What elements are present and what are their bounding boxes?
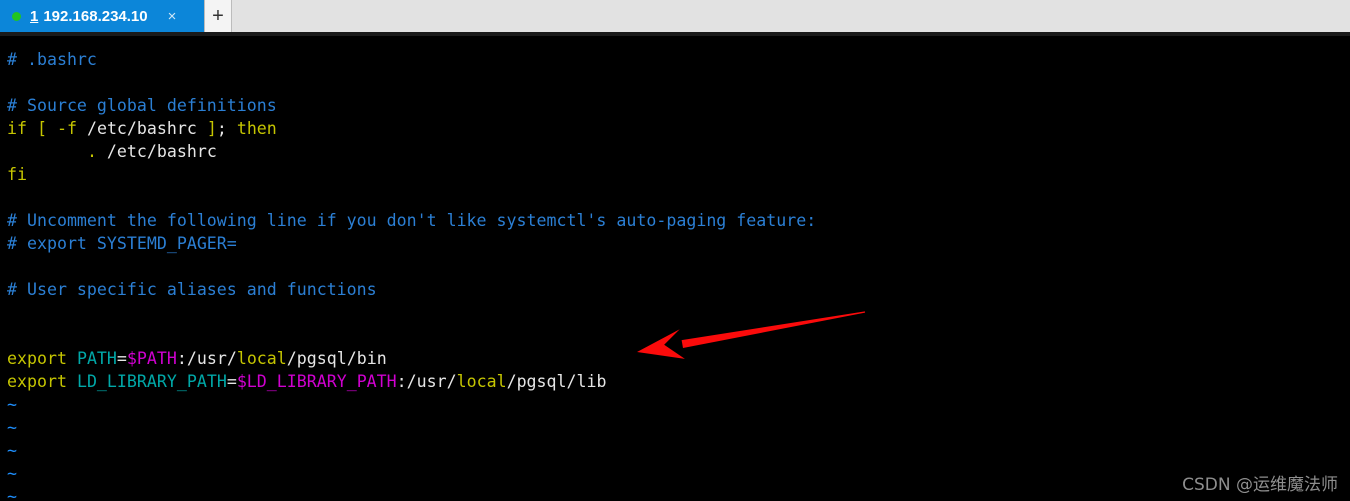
code-token: ]	[206, 119, 217, 138]
code-token: =	[226, 372, 237, 391]
code-token: # User specific aliases and functions	[7, 280, 377, 299]
code-token: :/usr/	[396, 372, 457, 391]
code-token: if	[7, 119, 27, 138]
tab-title-label: 192.168.234.10	[43, 7, 148, 25]
terminal-screen[interactable]: # .bashrc # Source global definitions if […	[0, 36, 1350, 501]
code-token: LD_LIBRARY_PATH	[76, 372, 227, 391]
close-icon[interactable]: ×	[168, 9, 177, 24]
code-token: export	[7, 349, 67, 368]
code-token: local	[236, 349, 287, 368]
code-token: # .bashrc	[7, 50, 97, 69]
code-line: ~	[7, 485, 17, 501]
code-token: [	[36, 119, 47, 138]
code-token: PATH	[76, 349, 117, 368]
watermark-text: CSDN @运维魔法师	[1182, 475, 1338, 495]
code-line: # .bashrc	[7, 48, 97, 71]
code-token: ~	[7, 464, 17, 483]
code-line: # Source global definitions	[7, 94, 277, 117]
code-token: ~	[7, 418, 17, 437]
code-line: ~	[7, 462, 17, 485]
code-token: :/usr/	[176, 349, 237, 368]
code-token: # Source global definitions	[7, 96, 277, 115]
code-token: =	[116, 349, 127, 368]
code-token: $PATH	[126, 349, 177, 368]
code-token: ~	[7, 487, 17, 501]
code-token: /pgsql/lib	[506, 372, 607, 391]
code-token: -f	[56, 119, 77, 138]
code-line: # User specific aliases and functions	[7, 278, 377, 301]
tab-bar: 1 192.168.234.10 × +	[0, 0, 1350, 32]
terminal-tab-active[interactable]: 1 192.168.234.10 ×	[0, 0, 204, 32]
tab-index-label: 1	[30, 7, 39, 25]
code-token: # Uncomment the following line if you do…	[7, 211, 817, 230]
code-line: . /etc/bashrc	[7, 140, 217, 163]
code-token: ~	[7, 441, 17, 460]
code-token: then	[236, 119, 277, 138]
tab-bar-empty-space	[232, 0, 1350, 32]
code-token: .	[86, 142, 97, 161]
code-line: if [ -f /etc/bashrc ]; then	[7, 117, 277, 140]
connection-status-dot-icon	[12, 11, 21, 21]
code-line: ~	[7, 416, 17, 439]
code-token: /etc/bashrc	[96, 142, 217, 161]
code-line: # Uncomment the following line if you do…	[7, 209, 816, 232]
code-line: ~	[7, 393, 17, 416]
code-line: fi	[7, 163, 27, 186]
code-token: /pgsql/bin	[286, 349, 387, 368]
code-token: fi	[7, 165, 27, 184]
code-line: ~	[7, 439, 17, 462]
code-token: export	[7, 372, 67, 391]
code-token: ~	[7, 395, 17, 414]
code-token: local	[456, 372, 507, 391]
code-line: # export SYSTEMD_PAGER=	[7, 232, 237, 255]
code-line: export LD_LIBRARY_PATH=$LD_LIBRARY_PATH:…	[7, 370, 606, 393]
code-token: # export SYSTEMD_PAGER=	[7, 234, 237, 253]
code-token: $LD_LIBRARY_PATH	[236, 372, 397, 391]
code-line: export PATH=$PATH:/usr/local/pgsql/bin	[7, 347, 387, 370]
new-tab-button[interactable]: +	[204, 0, 232, 32]
code-token: /etc/bashrc	[76, 119, 207, 138]
code-token: ;	[216, 119, 237, 138]
